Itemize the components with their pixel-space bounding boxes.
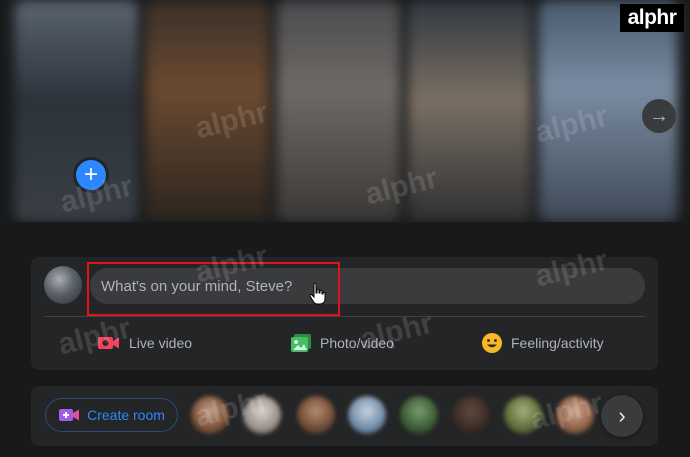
avatar[interactable] — [44, 266, 82, 304]
room-avatar[interactable] — [504, 396, 542, 434]
composer-placeholder: What's on your mind, Steve? — [101, 277, 293, 295]
room-avatar[interactable] — [452, 396, 490, 434]
video-plus-icon — [58, 407, 80, 423]
feeling-icon — [481, 332, 503, 354]
photo-icon — [290, 333, 312, 353]
live-video-label: Live video — [129, 335, 193, 351]
facebook-feed-screen: + → alphr What's on your mind, Steve? Li… — [0, 0, 690, 457]
room-avatar[interactable] — [556, 396, 594, 434]
rooms-next-button[interactable]: › — [601, 395, 643, 437]
room-avatar[interactable] — [191, 396, 229, 434]
photo-video-button[interactable]: Photo/video — [290, 323, 394, 363]
plus-icon: + — [83, 161, 98, 188]
room-avatar[interactable] — [400, 396, 438, 434]
story-card[interactable] — [14, 0, 139, 222]
stories-tray — [0, 0, 690, 222]
feeling-activity-label: Feeling/activity — [511, 335, 604, 351]
story-card[interactable] — [276, 0, 401, 222]
add-story-button[interactable]: + — [76, 160, 106, 190]
stories-next-button[interactable]: → — [642, 99, 676, 133]
feeling-activity-button[interactable]: Feeling/activity — [481, 323, 604, 363]
story-card[interactable] — [407, 0, 532, 222]
create-room-label: Create room — [87, 407, 165, 423]
photo-video-label: Photo/video — [320, 335, 394, 351]
post-composer-input[interactable]: What's on your mind, Steve? — [90, 268, 645, 304]
chevron-right-icon: › — [618, 403, 626, 428]
divider — [44, 316, 645, 317]
create-post-card: What's on your mind, Steve? Live video P… — [31, 257, 658, 370]
arrow-right-icon: → — [649, 104, 669, 127]
room-avatar[interactable] — [348, 396, 386, 434]
brand-logo: alphr — [620, 4, 684, 32]
create-room-button[interactable]: Create room — [45, 398, 178, 432]
live-video-icon — [97, 334, 121, 352]
live-video-button[interactable]: Live video — [97, 323, 192, 363]
room-avatar[interactable] — [243, 396, 281, 434]
story-card[interactable] — [145, 0, 270, 222]
hand-pointer-cursor-icon — [309, 282, 326, 305]
rooms-bar: Create room › — [31, 386, 658, 446]
room-avatar[interactable] — [297, 396, 335, 434]
